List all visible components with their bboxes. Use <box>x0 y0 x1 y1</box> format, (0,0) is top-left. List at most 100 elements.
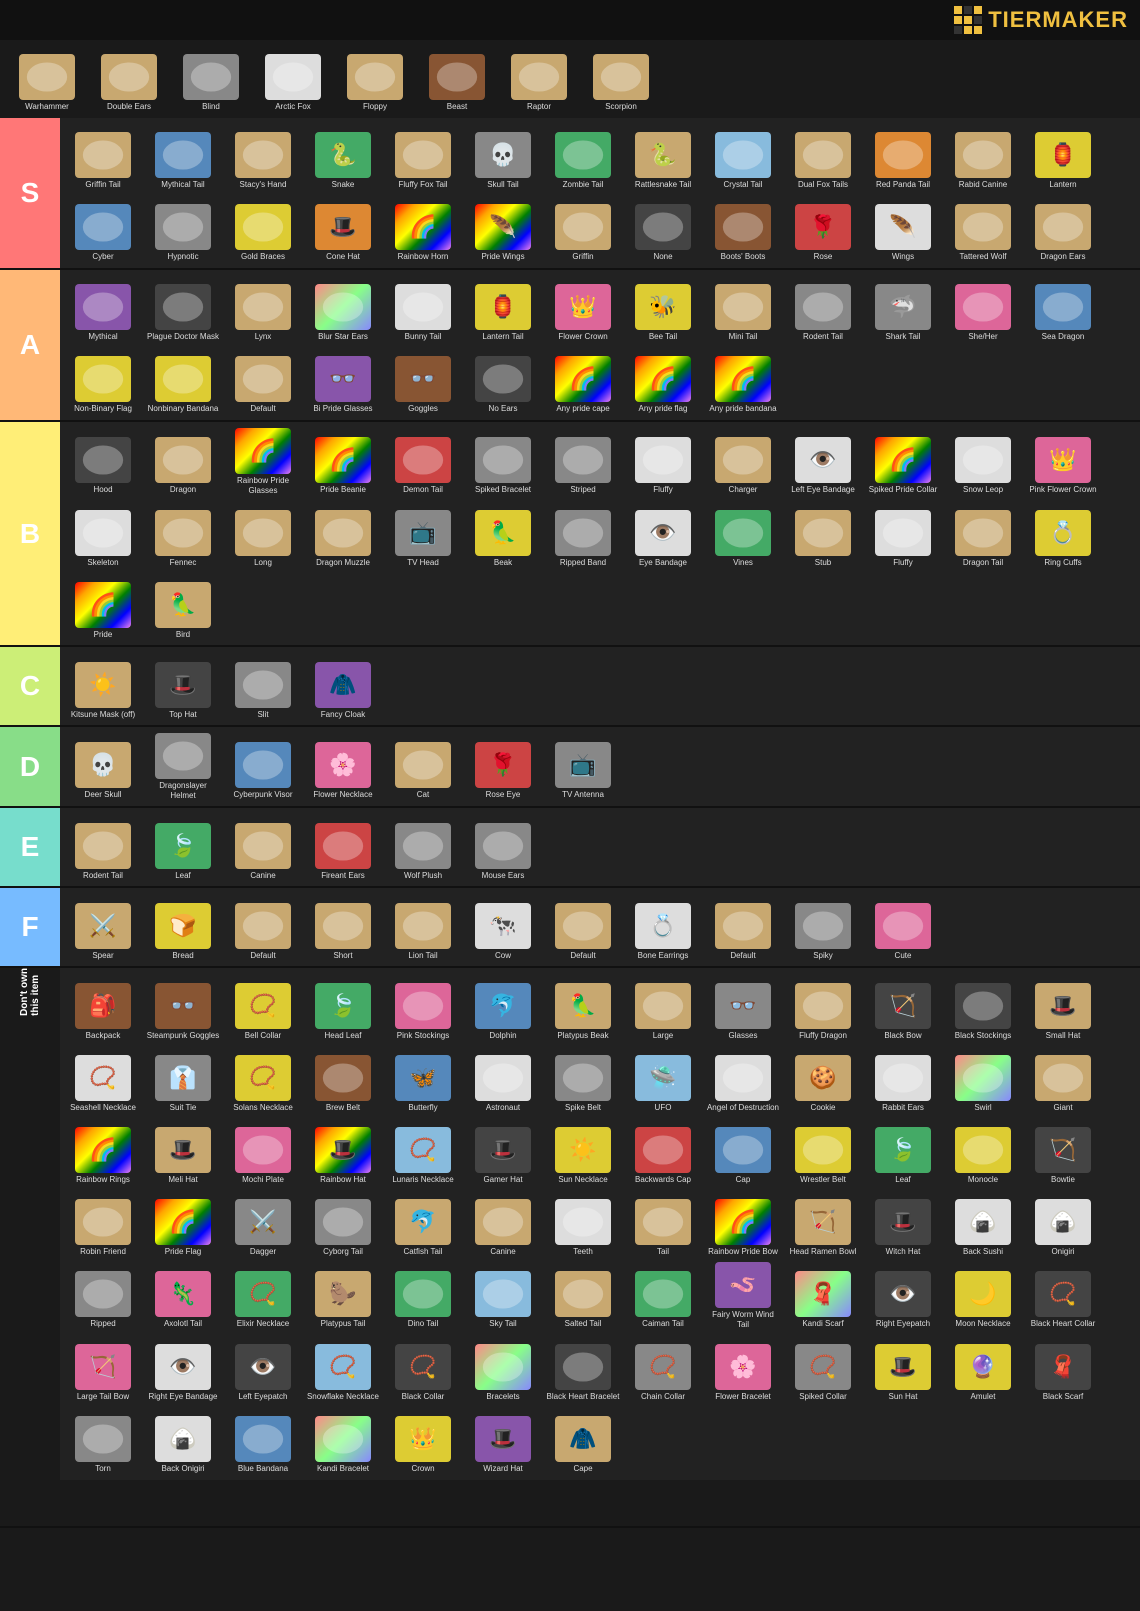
list-item: 📿Lunaris Necklace <box>384 1116 462 1186</box>
list-item: 📿Seashell Necklace <box>64 1044 142 1114</box>
list-item: 🪶Wings <box>864 194 942 264</box>
item-label: Black Collar <box>402 1392 445 1402</box>
item-label: Shark Tail <box>886 332 921 342</box>
header: TiERMAkER <box>0 0 1140 40</box>
item-label: Mochi Plate <box>242 1175 284 1185</box>
item-label: Small Hat <box>1046 1031 1081 1041</box>
list-item: Dragon Ears <box>1024 194 1102 264</box>
item-label: Spear <box>92 951 113 961</box>
item-label: Dragonslayer Helmet <box>146 781 220 800</box>
item-label: Arctic Fox <box>275 102 311 112</box>
item-label: Blur Star Ears <box>318 332 368 342</box>
list-item: 🌈Rainbow Rings <box>64 1116 142 1186</box>
list-item: 👑Crown <box>384 1406 462 1476</box>
list-item: Monocle <box>944 1116 1022 1186</box>
item-label: Default <box>250 951 275 961</box>
item-label: Fluffy Fox Tail <box>398 180 447 190</box>
item-label: Lunaris Necklace <box>392 1175 453 1185</box>
item-label: Pink Flower Crown <box>1029 485 1096 495</box>
item-label: Crystal Tail <box>724 180 763 190</box>
item-label: Gold Braces <box>241 252 285 262</box>
item-label: TV Head <box>407 558 439 568</box>
list-item: Giant <box>1024 1044 1102 1114</box>
item-label: Mouse Ears <box>482 871 525 881</box>
list-item: Skeleton <box>64 499 142 569</box>
item-label: Glasses <box>729 1031 758 1041</box>
item-label: Back Onigiri <box>161 1464 204 1474</box>
item-label: Teeth <box>573 1247 593 1257</box>
item-label: Fancy Cloak <box>321 710 365 720</box>
item-label: Spiky <box>813 951 833 961</box>
list-item: 🌈Any pride cape <box>544 346 622 416</box>
list-item: Dragon Muzzle <box>304 499 382 569</box>
tier-label-f: F <box>0 888 60 966</box>
tier-items-a: MythicalPlague Doctor MaskLynxBlur Star … <box>60 270 1140 420</box>
item-label: Any pride cape <box>556 404 609 414</box>
list-item: 🐍Snake <box>304 122 382 192</box>
item-label: Butterfly <box>408 1103 437 1113</box>
list-item: 👓Bi Pride Glasses <box>304 346 382 416</box>
item-label: Slit <box>257 710 268 720</box>
list-item: Snow Leop <box>944 427 1022 497</box>
item-label: Amulet <box>971 1392 996 1402</box>
list-item: 🍃Leaf <box>144 812 222 882</box>
item-label: Wrestler Belt <box>800 1175 846 1185</box>
list-item: Mythical <box>64 274 142 344</box>
list-item: 👓Steampunk Goggles <box>144 972 222 1042</box>
item-label: Backpack <box>86 1031 121 1041</box>
tier-container: SGriffin TailMythical TailStacy's Hand🐍S… <box>0 118 1140 968</box>
item-label: Plague Doctor Mask <box>147 332 219 342</box>
list-item: 👓Goggles <box>384 346 462 416</box>
list-item: Wrestler Belt <box>784 1116 862 1186</box>
item-label: Floppy <box>363 102 387 112</box>
list-item: ⚔️Spear <box>64 892 142 962</box>
top-items-section: WarhammerDouble EarsBlindArctic FoxFlopp… <box>0 40 1140 118</box>
item-label: Mythical <box>88 332 117 342</box>
item-label: Snow Leop <box>963 485 1003 495</box>
item-label: Canine <box>250 871 275 881</box>
list-item: 🌙Moon Necklace <box>944 1260 1022 1330</box>
item-label: None <box>653 252 672 262</box>
list-item: Slit <box>224 651 302 721</box>
list-item: 🌈Rainbow Pride Glasses <box>224 426 302 497</box>
list-item: Mouse Ears <box>464 812 542 882</box>
item-label: Wizard Hat <box>483 1464 523 1474</box>
list-item: 👑Pink Flower Crown <box>1024 427 1102 497</box>
list-item: Floppy <box>336 44 414 114</box>
item-label: Fluffy <box>653 485 672 495</box>
item-label: Astronaut <box>486 1103 520 1113</box>
list-item: 🪶Pride Wings <box>464 194 542 264</box>
item-label: Cyborg Tail <box>323 1247 363 1257</box>
list-item: Rabbit Ears <box>864 1044 942 1114</box>
item-label: Cat <box>417 790 429 800</box>
item-label: Top Hat <box>169 710 197 720</box>
list-item: 🍞Bread <box>144 892 222 962</box>
item-label: Rabid Canine <box>959 180 1007 190</box>
item-label: Rodent Tail <box>83 871 123 881</box>
list-item: Blue Bandana <box>224 1406 302 1476</box>
item-label: Cookie <box>811 1103 836 1113</box>
item-label: Rainbow Pride Glasses <box>226 476 300 495</box>
list-item: 🏮Lantern <box>1024 122 1102 192</box>
item-label: Monocle <box>968 1175 998 1185</box>
item-label: Default <box>570 951 595 961</box>
list-item: Fireant Ears <box>304 812 382 882</box>
list-item: Dual Fox Tails <box>784 122 862 192</box>
item-label: Tattered Wolf <box>960 252 1007 262</box>
item-label: Sun Hat <box>889 1392 918 1402</box>
item-label: Moon Necklace <box>955 1319 1010 1329</box>
list-item: 🍙Onigiri <box>1024 1188 1102 1258</box>
list-item: Canine <box>464 1188 542 1258</box>
item-label: Snake <box>332 180 355 190</box>
list-item: Dragonslayer Helmet <box>144 731 222 802</box>
list-item: Sky Tail <box>464 1260 542 1330</box>
list-item: 👓Glasses <box>704 972 782 1042</box>
list-item: Cap <box>704 1116 782 1186</box>
item-label: Lantern <box>1049 180 1076 190</box>
list-item: Boots' Boots <box>704 194 782 264</box>
item-label: Leaf <box>175 871 191 881</box>
item-label: Black Heart Bracelet <box>547 1392 620 1402</box>
item-label: Spike Belt <box>565 1103 601 1113</box>
item-label: Dagger <box>250 1247 276 1257</box>
list-item: 🎩Meli Hat <box>144 1116 222 1186</box>
